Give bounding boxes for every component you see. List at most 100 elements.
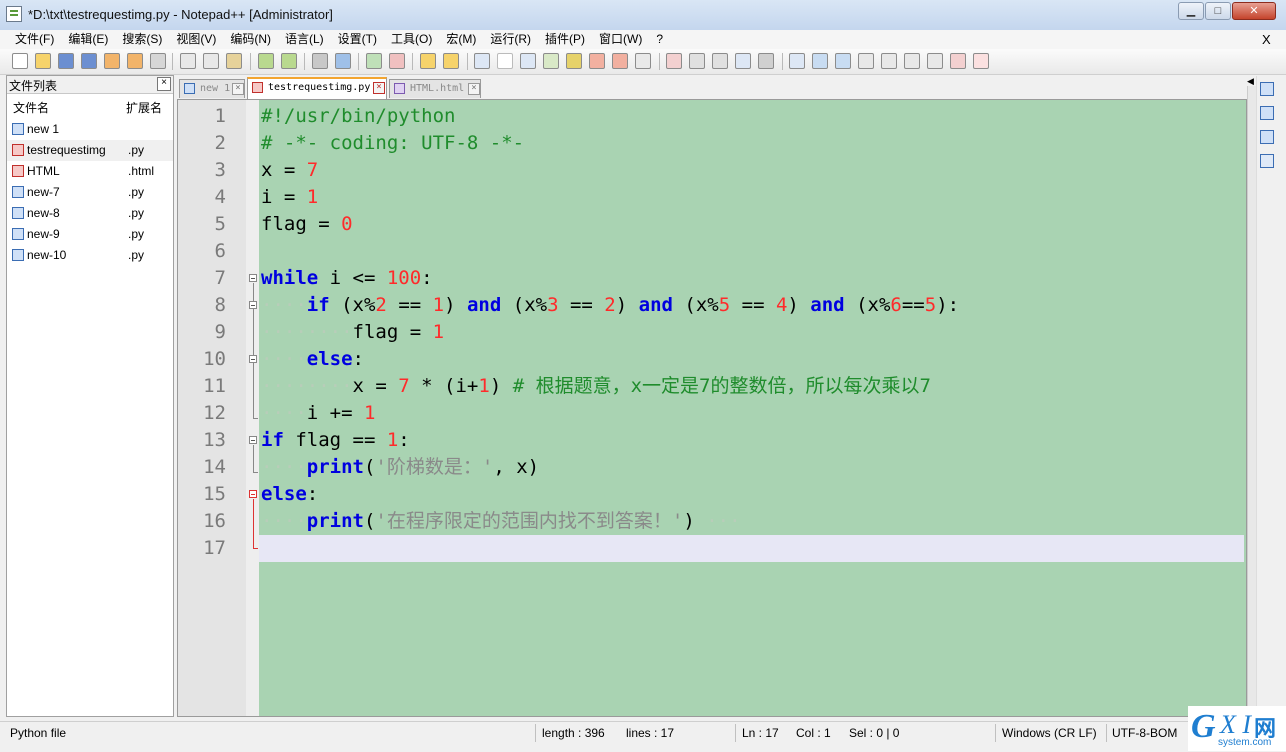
- file-list-item[interactable]: new-9 .py: [7, 224, 173, 245]
- redo-icon[interactable]: [281, 53, 297, 69]
- monitoring-icon[interactable]: [612, 53, 628, 69]
- find-icon[interactable]: [312, 53, 328, 69]
- unsaved-file-icon: [12, 165, 24, 177]
- open-folder-icon[interactable]: [35, 53, 51, 69]
- tab-close-icon[interactable]: ×: [373, 82, 385, 94]
- string-token: '阶梯数是：': [375, 456, 494, 478]
- menu-settings[interactable]: 设置(T): [331, 32, 384, 47]
- folder-as-workspace-icon[interactable]: [589, 53, 605, 69]
- previous-diff-icon[interactable]: [881, 53, 897, 69]
- panel-doc-icon[interactable]: [1260, 106, 1274, 120]
- spell-check-icon[interactable]: [973, 53, 989, 69]
- preview-eye-icon[interactable]: [635, 53, 651, 69]
- indent-guide-icon[interactable]: [520, 53, 536, 69]
- compare-icon[interactable]: [812, 53, 828, 69]
- code-token: ==: [558, 294, 605, 316]
- menu-plugins[interactable]: 插件(P): [538, 32, 592, 47]
- menu-edit[interactable]: 编辑(E): [61, 32, 115, 47]
- file-list-item[interactable]: new-8 .py: [7, 203, 173, 224]
- menu-encoding[interactable]: 编码(N): [223, 32, 278, 47]
- tab-new-1[interactable]: new 1 ×: [179, 79, 245, 98]
- close-window-button[interactable]: ✕: [1232, 2, 1276, 20]
- menu-run[interactable]: 运行(R): [483, 32, 538, 47]
- save-macro-icon[interactable]: [758, 53, 774, 69]
- compare-panel-icon[interactable]: [835, 53, 851, 69]
- file-list-item[interactable]: new-10 .py: [7, 245, 173, 266]
- status-encoding[interactable]: UTF-8-BOM: [1112, 726, 1177, 740]
- file-list-item[interactable]: HTML .html: [7, 161, 173, 182]
- menu-view[interactable]: 视图(V): [169, 32, 223, 47]
- vertical-scrollbar[interactable]: [1247, 86, 1256, 717]
- cut-icon[interactable]: [180, 53, 196, 69]
- next-diff-icon[interactable]: [904, 53, 920, 69]
- new-file-icon[interactable]: [12, 53, 28, 69]
- tab-html[interactable]: HTML.html ×: [389, 79, 481, 98]
- keyword-token: print: [306, 456, 364, 478]
- code-line-8: ····if (x%2 == 1) and (x%3 == 2) and (x%…: [261, 292, 959, 319]
- print-icon[interactable]: [150, 53, 166, 69]
- first-diff-icon[interactable]: [858, 53, 874, 69]
- maximize-button[interactable]: □: [1205, 2, 1231, 20]
- line-number: 10: [203, 348, 226, 370]
- panel-doc-icon[interactable]: [1260, 130, 1274, 144]
- download-icon[interactable]: [789, 53, 805, 69]
- fold-collapse-icon[interactable]: [249, 436, 257, 444]
- keyword-token: and: [638, 294, 673, 316]
- close-file-icon[interactable]: [104, 53, 120, 69]
- fold-collapse-icon[interactable]: [249, 274, 257, 282]
- show-all-characters-icon[interactable]: [497, 53, 513, 69]
- function-list-icon[interactable]: [566, 53, 582, 69]
- menu-help[interactable]: ?: [649, 32, 670, 47]
- doc-map-icon[interactable]: [543, 53, 559, 69]
- file-list-item[interactable]: new-7 .py: [7, 182, 173, 203]
- fold-collapse-icon-active[interactable]: [249, 490, 257, 498]
- tab-label: HTML.html: [410, 83, 465, 94]
- sync-horizontal-icon[interactable]: [443, 53, 459, 69]
- last-diff-icon[interactable]: [927, 53, 943, 69]
- panel-doc-icon[interactable]: [1260, 82, 1274, 96]
- code-token: ==: [901, 294, 925, 316]
- status-eol[interactable]: Windows (CR LF): [1002, 726, 1097, 740]
- fold-collapse-icon[interactable]: [249, 301, 257, 309]
- tab-close-icon[interactable]: ×: [232, 83, 244, 95]
- tab-close-icon[interactable]: ×: [468, 83, 480, 95]
- menu-macro[interactable]: 宏(M): [439, 32, 483, 47]
- menu-language[interactable]: 语言(L): [278, 32, 331, 47]
- logo-g: G: [1191, 708, 1216, 745]
- notepad-app-icon[interactable]: [6, 6, 22, 22]
- word-wrap-icon[interactable]: [474, 53, 490, 69]
- sync-vertical-icon[interactable]: [420, 53, 436, 69]
- copy-icon[interactable]: [203, 53, 219, 69]
- code-line-10: ····else:: [261, 346, 364, 373]
- number-token: 0: [341, 213, 353, 235]
- menu-window[interactable]: 窗口(W): [592, 32, 649, 47]
- clear-compare-icon[interactable]: [950, 53, 966, 69]
- record-macro-icon[interactable]: [666, 53, 682, 69]
- indent-dots: ····: [261, 510, 307, 532]
- minimize-button[interactable]: ▁: [1178, 2, 1204, 20]
- undo-icon[interactable]: [258, 53, 274, 69]
- tab-testrequestimg[interactable]: testrequestimg.py ×: [247, 77, 387, 99]
- fold-collapse-icon[interactable]: [249, 355, 257, 363]
- close-panel-button[interactable]: ×: [157, 77, 171, 91]
- save-all-icon[interactable]: [81, 53, 97, 69]
- file-list-item[interactable]: new 1: [7, 119, 173, 140]
- close-all-icon[interactable]: [127, 53, 143, 69]
- menu-search[interactable]: 搜索(S): [115, 32, 169, 47]
- menu-tools[interactable]: 工具(O): [384, 32, 439, 47]
- code-editor[interactable]: 1 2 3 4 5 6 7 8 9 10 11 12 13 14 15 16 1…: [177, 99, 1247, 717]
- panel-doc-icon[interactable]: [1260, 154, 1274, 168]
- stop-macro-icon[interactable]: [689, 53, 705, 69]
- run-macro-multiple-icon[interactable]: [735, 53, 751, 69]
- close-document-x[interactable]: X: [1262, 32, 1271, 47]
- zoom-in-icon[interactable]: [366, 53, 382, 69]
- column-header-extension[interactable]: 扩展名: [126, 99, 162, 116]
- menu-file[interactable]: 文件(F): [8, 32, 61, 47]
- replace-icon[interactable]: [335, 53, 351, 69]
- column-header-filename[interactable]: 文件名: [13, 99, 49, 116]
- save-icon[interactable]: [58, 53, 74, 69]
- paste-icon[interactable]: [226, 53, 242, 69]
- zoom-out-icon[interactable]: [389, 53, 405, 69]
- play-macro-icon[interactable]: [712, 53, 728, 69]
- file-list-item-selected[interactable]: testrequestimg .py: [7, 140, 173, 161]
